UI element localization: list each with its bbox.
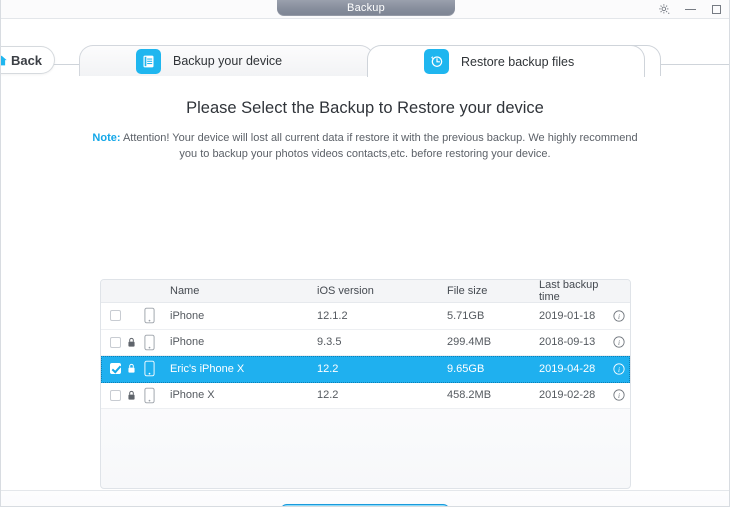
bottom-action-bar: Restore Now [1, 490, 729, 506]
info-icon[interactable]: i [613, 363, 630, 375]
tab-backup-your-device[interactable]: Backup your device [79, 45, 374, 76]
cell-file-size: 9.65GB [447, 362, 485, 375]
phone-icon [140, 387, 159, 404]
cell-name: Eric's iPhone X [170, 362, 245, 375]
gear-icon[interactable] [657, 3, 671, 17]
cell-last-backup-time: 2019-01-18 [539, 309, 596, 322]
table-row[interactable]: iPhone X 12.2 458.2MB 2019-02-28 i [101, 382, 630, 409]
column-header-ios-version: iOS version [317, 285, 374, 297]
note-label: Note: [92, 132, 121, 144]
backup-restore-window: Backup Backup your device Restore backup… [0, 0, 730, 507]
window-title: Backup [277, 0, 455, 16]
backup-table: Name iOS version File size Last backup t… [100, 279, 631, 489]
phone-icon [140, 307, 159, 324]
minimize-icon[interactable] [683, 3, 697, 17]
cell-name: iPhone [170, 309, 205, 322]
table-row-selected[interactable]: Eric's iPhone X 12.2 9.65GB 2019-04-28 i [101, 356, 630, 383]
title-bar: Backup [1, 0, 729, 19]
cell-ios-version: 12.2 [317, 362, 339, 375]
home-icon [1, 54, 8, 67]
cell-last-backup-time: 2019-04-28 [539, 362, 596, 375]
cell-name: iPhone [170, 336, 205, 349]
note-text: Note: Attention! Your device will lost a… [85, 130, 645, 162]
row-checkbox[interactable] [101, 389, 123, 401]
tab-restore-label: Restore backup files [461, 54, 575, 69]
cell-file-size: 299.4MB [447, 336, 492, 349]
table-row[interactable]: iPhone 9.3.5 299.4MB 2018-09-13 i [101, 329, 630, 356]
info-icon[interactable]: i [613, 310, 630, 322]
backup-document-icon [136, 48, 161, 74]
svg-text:i: i [618, 313, 620, 321]
table-row[interactable]: iPhone 12.1.2 5.71GB 2019-01-18 i [101, 303, 630, 330]
tab-bar: Backup your device Restore backup files … [1, 19, 729, 78]
svg-text:i: i [618, 339, 620, 347]
lock-icon [123, 337, 140, 348]
column-header-file-size: File size [447, 285, 488, 297]
lock-icon [123, 390, 140, 401]
cell-ios-version: 12.1.2 [317, 309, 348, 322]
phone-icon [140, 360, 159, 377]
back-button[interactable]: Back [1, 46, 55, 74]
row-checkbox[interactable] [101, 336, 123, 348]
cell-ios-version: 12.2 [317, 389, 339, 402]
tab-backup-label: Backup your device [173, 54, 283, 68]
cell-file-size: 458.2MB [447, 389, 492, 402]
restore-clock-icon [424, 49, 449, 74]
cell-ios-version: 9.3.5 [317, 336, 342, 349]
cell-file-size: 5.71GB [447, 309, 485, 322]
main-content: Please Select the Backup to Restore your… [1, 99, 729, 506]
svg-text:i: i [618, 392, 620, 400]
page-title: Please Select the Backup to Restore your… [186, 99, 544, 117]
lock-icon [123, 363, 140, 374]
svg-text:i: i [618, 366, 620, 374]
cell-last-backup-time: 2019-02-28 [539, 389, 596, 402]
column-header-last-backup-time: Last backup time [539, 279, 599, 303]
column-header-name: Name [170, 285, 200, 297]
row-checkbox[interactable] [101, 363, 123, 375]
back-button-label: Back [10, 52, 43, 68]
window-controls [657, 0, 723, 19]
cell-last-backup-time: 2018-09-13 [539, 336, 596, 349]
info-icon[interactable]: i [613, 389, 630, 401]
table-header-row: Name iOS version File size Last backup t… [101, 280, 630, 303]
note-body: Attention! Your device will lost all cur… [120, 132, 638, 160]
phone-icon [140, 334, 159, 351]
info-icon[interactable]: i [613, 336, 630, 348]
cell-name: iPhone X [170, 389, 215, 402]
tab-restore-backup-files[interactable]: Restore backup files [367, 45, 645, 78]
row-checkbox[interactable] [101, 310, 123, 322]
maximize-icon[interactable] [709, 3, 723, 17]
